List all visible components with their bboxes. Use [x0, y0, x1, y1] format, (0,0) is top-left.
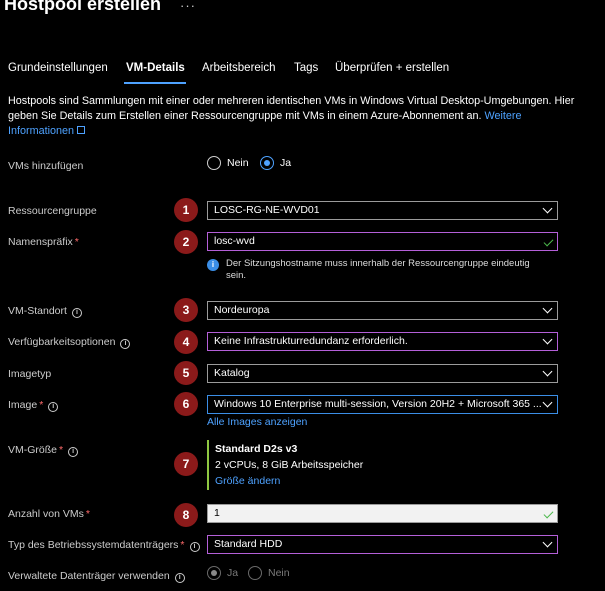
info-icon: i [207, 259, 219, 271]
step-badge-2: 2 [174, 230, 198, 254]
info-icon[interactable]: i [189, 542, 200, 552]
tab-grundeinstellungen[interactable]: Grundeinstellungen [8, 62, 108, 74]
vm-size-name: Standard D2s v3 [215, 443, 298, 455]
chevron-down-icon [542, 203, 553, 214]
os-datentraeger-label: Typ des Betriebssystemdatenträgers * i [8, 539, 200, 552]
chevron-down-icon [542, 397, 553, 408]
tab-tags[interactable]: Tags [294, 62, 318, 74]
tab-vm-details[interactable]: VM-Details [126, 62, 185, 74]
chevron-down-icon [542, 303, 553, 314]
chevron-down-icon [542, 366, 553, 377]
alle-images-anzeigen-link[interactable]: Alle Images anzeigen [207, 416, 307, 428]
more-options-icon[interactable]: ··· [180, 0, 196, 13]
vm-size-spec: 2 vCPUs, 8 GiB Arbeitsspeicher [215, 459, 364, 471]
external-link-icon [77, 126, 86, 134]
verfuegbarkeitsoptionen-select[interactable]: Keine Infrastrukturredundanz erforderlic… [207, 332, 558, 351]
info-icon[interactable]: i [68, 447, 79, 457]
active-tab-indicator [124, 82, 186, 84]
image-select[interactable]: Windows 10 Enterprise multi-session, Ver… [207, 395, 558, 414]
chevron-down-icon [542, 334, 553, 345]
vm-groesse-label: VM-Größe * i [8, 444, 79, 457]
step-badge-6: 6 [174, 392, 198, 416]
info-icon[interactable]: i [48, 402, 59, 412]
imagetyp-label: Imagetyp [8, 368, 52, 380]
verwaltete-datentraeger-label: Verwaltete Datenträger verwenden i [8, 570, 185, 583]
step-badge-1: 1 [174, 198, 198, 222]
namenspraefix-input[interactable]: losc-wvd [207, 232, 558, 251]
verfuegbarkeitsoptionen-label: Verfügbarkeitsoptionen i [8, 336, 131, 349]
anzahl-vms-input[interactable]: 1 [207, 504, 558, 523]
radio-circle-checked [260, 156, 274, 170]
ressourcengruppe-label: Ressourcengruppe [8, 205, 97, 217]
vm-standort-label: VM-Standort i [8, 305, 82, 318]
vm-groesse-summary: Standard D2s v3 2 vCPUs, 8 GiB Arbeitssp… [207, 440, 363, 490]
checkmark-icon [543, 236, 554, 247]
checkmark-icon [543, 508, 554, 519]
tab-bar: Grundeinstellungen VM-Details Arbeitsber… [0, 58, 605, 84]
namenspraefix-label: Namenspräfix * [8, 236, 79, 248]
radio-circle [248, 566, 262, 580]
info-icon[interactable]: i [71, 308, 82, 318]
step-badge-8: 8 [174, 503, 198, 527]
vms-hinzufuegen-label: VMs hinzufügen [8, 160, 84, 172]
groesse-aendern-link[interactable]: Größe ändern [215, 475, 363, 487]
info-icon[interactable]: i [120, 339, 131, 349]
step-badge-3: 3 [174, 298, 198, 322]
os-datentraeger-select[interactable]: Standard HDD [207, 535, 558, 554]
step-badge-4: 4 [174, 330, 198, 354]
tab-ueberpruefen-erstellen[interactable]: Überprüfen + erstellen [335, 62, 449, 74]
anzahl-vms-label: Anzahl von VMs * [8, 508, 90, 520]
page-description: Hostpools sind Sammlungen mit einer oder… [8, 94, 588, 139]
page-title: Hostpool erstellen [4, 0, 162, 14]
image-label: Image * i [8, 399, 59, 412]
radio-circle-checked [207, 566, 221, 580]
step-badge-7: 7 [174, 452, 198, 476]
ressourcengruppe-select[interactable]: LOSC-RG-NE-WVD01 [207, 201, 558, 220]
radio-circle [207, 156, 221, 170]
imagetyp-select[interactable]: Katalog [207, 364, 558, 383]
info-icon[interactable]: i [174, 573, 185, 583]
vm-standort-select[interactable]: Nordeuropa [207, 301, 558, 320]
step-badge-5: 5 [174, 361, 198, 385]
tab-arbeitsbereich[interactable]: Arbeitsbereich [202, 62, 276, 74]
chevron-down-icon [542, 537, 553, 548]
